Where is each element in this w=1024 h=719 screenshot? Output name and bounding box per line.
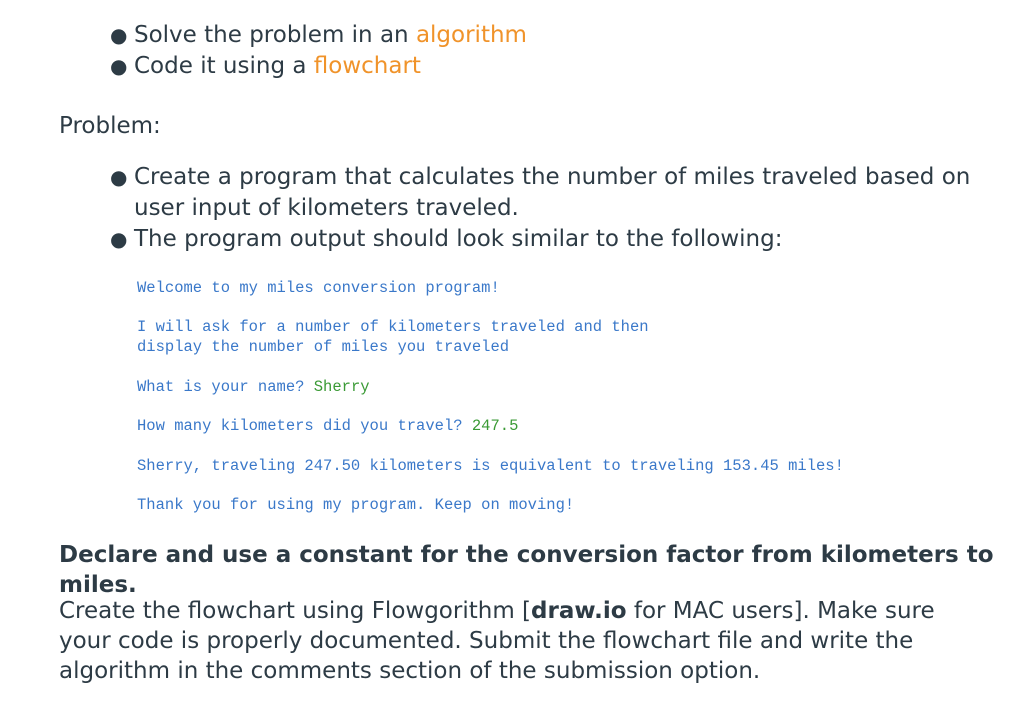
list-item: ● Solve the problem in an algorithm (110, 20, 527, 51)
item-text: Solve the problem in an (134, 22, 416, 48)
bullet-icon: ● (110, 23, 128, 47)
final-paragraph: Create the flowchart using Flowgorithm [… (59, 596, 989, 686)
output-line-result: Sherry, traveling 247.50 kilometers is e… (137, 457, 844, 475)
constant-note: Declare and use a constant for the conve… (59, 542, 994, 598)
output-line-name: What is your name? Sherry (137, 377, 370, 397)
list-item: ● Create a program that calculates the n… (110, 162, 1000, 224)
problem-list: ● Create a program that calculates the n… (110, 162, 1000, 255)
drawio-bold: draw.io (531, 598, 627, 624)
output-line-km: How many kilometers did you travel? 247.… (137, 416, 518, 436)
intro-list: ● Solve the problem in an algorithm ● Co… (110, 20, 527, 82)
item-text: Create a program that calculates the num… (134, 164, 971, 221)
flowchart-highlight: flowchart (313, 53, 421, 79)
km-prompt: How many kilometers did you travel? (137, 417, 472, 435)
bullet-icon: ● (110, 227, 128, 251)
km-input: 247.5 (471, 417, 519, 435)
final-text-1: Create the flowchart using Flowgorithm [ (59, 598, 532, 624)
item-text: The program output should look similar t… (134, 226, 783, 252)
list-item: ● Code it using a flowchart (110, 51, 527, 82)
item-text: Code it using a (134, 53, 314, 79)
problem-label: Problem: (59, 113, 161, 139)
algorithm-highlight: algorithm (415, 22, 527, 48)
name-input: Sherry (313, 378, 370, 396)
output-line-welcome: Welcome to my miles conversion program! (137, 279, 500, 297)
list-item: ● The program output should look similar… (110, 224, 1000, 255)
output-line-intro-1: I will ask for a number of kilometers tr… (137, 318, 649, 336)
output-line-thanks: Thank you for using my program. Keep on … (137, 496, 575, 514)
output-line-intro-2: display the number of miles you traveled (137, 338, 510, 356)
bullet-icon: ● (110, 165, 128, 189)
bullet-icon: ● (110, 54, 128, 78)
name-prompt: What is your name? (137, 378, 314, 396)
